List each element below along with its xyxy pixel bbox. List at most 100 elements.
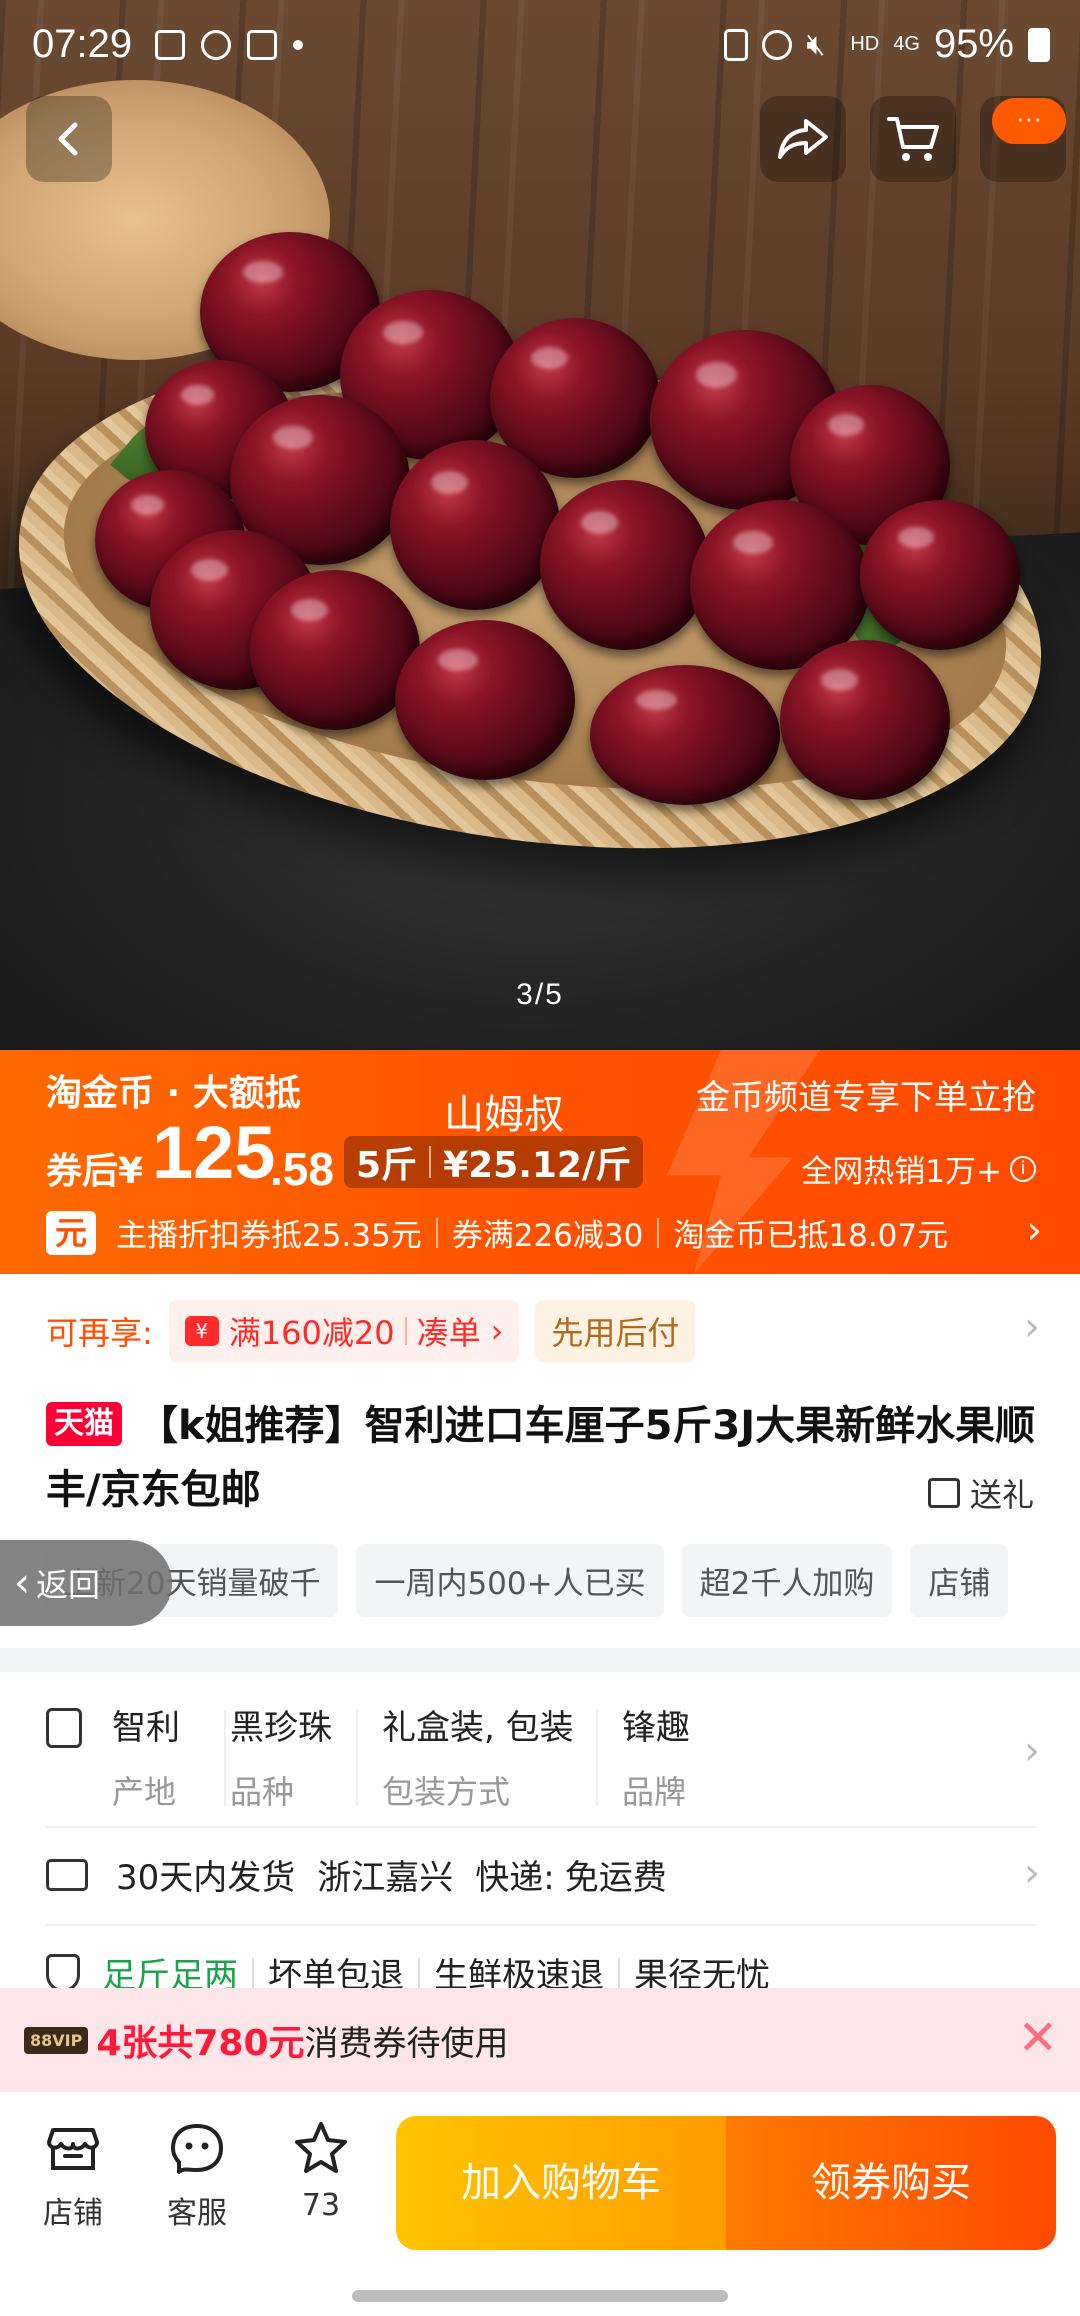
cherry xyxy=(395,620,575,780)
clipboard-icon xyxy=(46,1708,82,1748)
gift-button[interactable]: 送礼 xyxy=(927,1470,1034,1516)
system-icons: 🔇︎ HD 4G 95% xyxy=(724,22,1050,67)
notification-icons xyxy=(155,30,303,60)
chevron-right-icon: › xyxy=(490,1312,504,1350)
share-button[interactable] xyxy=(760,96,846,182)
ship-time: 30天内发货 xyxy=(116,1858,296,1898)
status-time: 07:29 xyxy=(32,22,133,66)
highlight-tag: 一周内500+人已买 xyxy=(356,1544,664,1617)
shield-icon xyxy=(46,1953,80,1992)
product-attributes[interactable]: 智利 产地 黑珍珠 品种 礼盒装, 包装 包装方式 锋趣 品牌 xyxy=(46,1700,1046,1820)
chevron-right-icon[interactable]: › xyxy=(1027,1208,1042,1252)
shop-label: 店铺 xyxy=(43,2196,103,2231)
attribute-variety: 黑珍珠 品种 xyxy=(230,1700,332,1813)
more-dot-icon xyxy=(293,40,303,50)
unit-weight: 5斤 xyxy=(356,1145,418,1186)
battery-saver-icon xyxy=(724,28,749,61)
shop-button[interactable]: 店铺 xyxy=(18,2120,128,2232)
attribute-key: 产地 xyxy=(112,1773,177,1811)
divider xyxy=(657,1217,660,1248)
attribute-key: 品牌 xyxy=(622,1773,687,1811)
divider xyxy=(429,1146,432,1178)
favorite-button[interactable]: 73 xyxy=(266,2120,376,2223)
customer-service-button[interactable]: 客服 xyxy=(142,2120,252,2232)
home-indicator[interactable] xyxy=(352,2290,728,2302)
shipping-row[interactable]: 30天内发货 浙江嘉兴 快递: 免运费 xyxy=(46,1850,1046,1899)
price-banner[interactable]: 淘金币 · 大额抵 券后¥ 125 .58 山姆叔 5斤 ¥25.12/斤 金币… xyxy=(0,1050,1080,1274)
deal-item: 券满226减30 xyxy=(451,1218,644,1254)
unit-price-box: 5斤 ¥25.12/斤 xyxy=(344,1136,644,1188)
section-divider xyxy=(0,1648,1080,1672)
share-icon xyxy=(778,119,828,159)
divider xyxy=(356,1710,358,1806)
favorite-count: 73 xyxy=(301,2188,341,2223)
buy-with-coupon-button[interactable]: 领券购买 xyxy=(726,2116,1056,2250)
combine-order-link[interactable]: 凑单 xyxy=(417,1308,481,1354)
star-icon xyxy=(295,2122,347,2173)
yuan-badge: 元 xyxy=(46,1210,96,1255)
after-coupon-label: 券后¥ xyxy=(46,1151,144,1192)
alarm-icon xyxy=(762,29,793,60)
cart-icon xyxy=(887,117,939,161)
bottom-action-bar: 店铺 客服 73 加入购物车 领券购买 xyxy=(0,2092,1080,2316)
divider xyxy=(418,1957,420,1988)
back-button[interactable] xyxy=(26,96,112,182)
wechat-icon xyxy=(201,30,231,60)
close-icon[interactable]: ✕ xyxy=(1018,2014,1058,2062)
floating-back-button[interactable]: ‹ 返回 xyxy=(0,1540,172,1626)
chevron-left-icon: ‹ xyxy=(14,1560,30,1606)
chevron-right-icon[interactable]: › xyxy=(1024,1304,1040,1350)
divider xyxy=(46,1826,1036,1828)
service-label: 客服 xyxy=(167,2196,227,2231)
attribute-value: 礼盒装, 包装 xyxy=(382,1708,574,1748)
battery-level: 95% xyxy=(933,22,1014,66)
cherry xyxy=(780,640,950,800)
gift-icon xyxy=(927,1478,960,1508)
back-label: 返回 xyxy=(36,1566,101,1604)
deal-breakdown[interactable]: 元 主播折扣券抵25.35元 券满226减30 淘金币已抵18.07元 xyxy=(46,1210,948,1255)
attribute-origin: 智利 产地 xyxy=(112,1700,180,1813)
discount-chip[interactable]: ¥ 满160减20 凑单 › xyxy=(168,1300,520,1362)
taojinbi-tag: 淘金币 · 大额抵 xyxy=(46,1073,301,1114)
info-icon[interactable]: i xyxy=(1010,1155,1036,1182)
attribute-value: 锋趣 xyxy=(622,1708,690,1748)
product-title: 天猫 【k姐推荐】智利进口车厘子5斤3J大果新鲜水果顺丰/京东包邮 xyxy=(46,1394,1046,1522)
attribute-packaging: 礼盒装, 包装 包装方式 xyxy=(382,1700,574,1813)
gift-label: 送礼 xyxy=(969,1476,1034,1514)
deal-item: 主播折扣券抵25.35元 xyxy=(116,1218,422,1254)
ship-origin: 浙江嘉兴 xyxy=(317,1858,454,1898)
highlight-tag: 店铺 xyxy=(910,1544,1009,1617)
attribute-key: 包装方式 xyxy=(382,1773,511,1811)
gallery-icon xyxy=(155,30,185,60)
add-to-cart-button[interactable]: 加入购物车 xyxy=(396,2116,726,2250)
divider xyxy=(404,1317,407,1345)
chevron-right-icon[interactable]: › xyxy=(1024,1850,1040,1896)
cherry xyxy=(590,665,780,805)
anchor-name: 山姆叔 xyxy=(444,1092,564,1138)
check-icon xyxy=(247,30,277,60)
unit-price: ¥25.12/斤 xyxy=(443,1145,632,1186)
divider xyxy=(435,1217,438,1248)
highlight-tags: 上新20天销量破千 一周内500+人已买 超2千人加购 店铺 xyxy=(46,1544,1009,1617)
cherry xyxy=(390,440,560,610)
divider xyxy=(224,1710,226,1806)
store-icon xyxy=(47,2128,99,2170)
signal-type: 4G xyxy=(893,33,920,55)
express-label: 快递: xyxy=(475,1858,555,1898)
voucher-bar[interactable]: 88VIP 4张共780元 消费券待使用 ✕ xyxy=(0,1988,1080,2092)
attribute-key: 品种 xyxy=(230,1773,295,1811)
hot-sales-text: 全网热销1万+ xyxy=(801,1154,1002,1190)
pay-later-chip[interactable]: 先用后付 xyxy=(535,1300,696,1362)
network-type: HD xyxy=(850,33,880,55)
cart-button[interactable] xyxy=(870,96,956,182)
coupon-label: 可再享: xyxy=(46,1314,153,1352)
cherry xyxy=(540,480,710,650)
attribute-value: 智利 xyxy=(112,1708,180,1748)
voucher-highlight: 4张共780元 xyxy=(96,2023,305,2064)
truck-icon xyxy=(46,1858,88,1891)
coupon-row[interactable]: 可再享: ¥ 满160减20 凑单 › 先用后付 xyxy=(46,1300,696,1362)
battery-icon xyxy=(1028,27,1050,62)
product-title-text: 【k姐推荐】智利进口车厘子5斤3J大果新鲜水果顺丰/京东包邮 xyxy=(46,1403,1036,1513)
chevron-right-icon[interactable]: › xyxy=(1024,1728,1040,1774)
more-badge[interactable]: ··· xyxy=(992,98,1066,144)
